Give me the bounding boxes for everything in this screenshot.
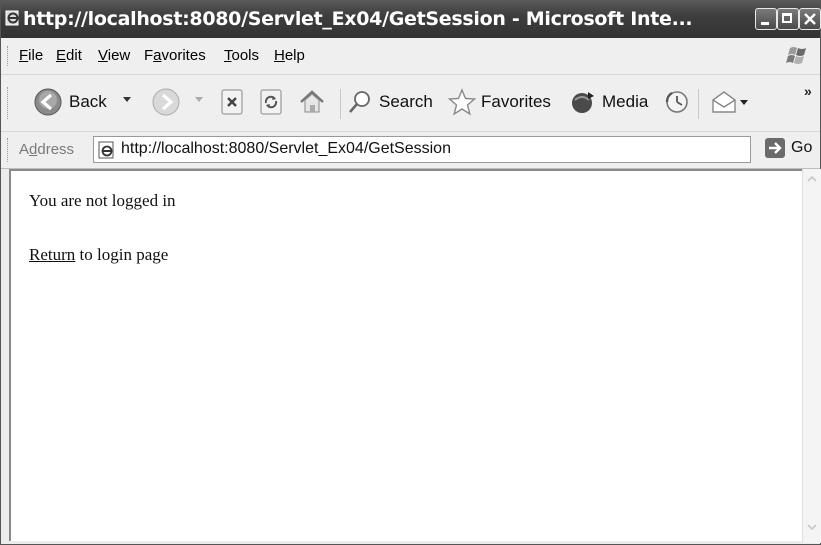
refresh-icon	[260, 89, 282, 115]
window-title: http://localhost:8080/Servlet_Ex04/GetSe…	[23, 8, 693, 30]
back-dropdown-icon[interactable]	[123, 97, 131, 103]
search-icon	[349, 91, 370, 113]
menu-edit[interactable]: Edit	[56, 47, 82, 65]
menu-favorites[interactable]: Favorites	[144, 47, 206, 65]
title-bar[interactable]: http://localhost:8080/Servlet_Ex04/GetSe…	[1, 0, 821, 38]
media-icon	[572, 92, 594, 113]
menu-view[interactable]: View	[98, 47, 130, 65]
address-bar: Address http://localhost:8080/Servlet_Ex…	[1, 132, 820, 169]
close-icon	[804, 13, 816, 25]
home-button[interactable]	[297, 85, 327, 119]
menu-file[interactable]: File	[19, 47, 43, 65]
return-suffix: to login page	[75, 245, 169, 264]
menu-tools[interactable]: Tools	[224, 47, 259, 65]
browser-window: http://localhost:8080/Servlet_Ex04/GetSe…	[0, 0, 821, 545]
windows-flag-icon	[786, 47, 806, 64]
favorites-label: Favorites	[481, 92, 551, 111]
mail-button[interactable]	[710, 85, 750, 119]
not-logged-in-message: You are not logged in	[29, 191, 176, 210]
standard-toolbar: Back Search Favorites Media »	[1, 75, 820, 132]
page-content: You are not logged in Return to login pa…	[9, 169, 802, 541]
menu-grip[interactable]	[7, 46, 10, 66]
address-value: http://localhost:8080/Servlet_Ex04/GetSe…	[121, 140, 451, 157]
go-label: Go	[791, 139, 813, 156]
toolbar-grip[interactable]	[7, 87, 10, 119]
refresh-button[interactable]	[258, 85, 284, 119]
return-link[interactable]: Return	[29, 245, 75, 264]
maximize-button[interactable]	[777, 8, 799, 30]
address-input[interactable]: http://localhost:8080/Servlet_Ex04/GetSe…	[93, 136, 751, 163]
media-label: Media	[602, 92, 649, 111]
scroll-up-icon[interactable]	[805, 173, 819, 185]
scroll-down-icon[interactable]	[805, 521, 819, 533]
forward-button[interactable]	[151, 85, 181, 119]
stop-icon	[221, 89, 243, 115]
back-arrow-icon	[34, 88, 62, 116]
toolbar-separator	[340, 89, 341, 119]
minimize-button[interactable]	[755, 8, 777, 30]
ie-page-icon	[5, 10, 21, 26]
favorites-button[interactable]: Favorites	[447, 85, 551, 119]
close-button[interactable]	[799, 8, 821, 30]
history-icon	[665, 91, 688, 113]
vertical-scrollbar[interactable]	[802, 169, 821, 543]
search-button[interactable]: Search	[347, 85, 433, 119]
toolbar-separator	[698, 89, 699, 119]
forward-arrow-icon	[152, 88, 180, 116]
return-line: Return to login page	[29, 245, 168, 265]
mail-icon	[712, 91, 748, 113]
back-label: Back	[69, 92, 107, 111]
home-icon	[300, 90, 324, 113]
back-button[interactable]: Back	[33, 85, 107, 119]
ie-page-icon	[98, 141, 114, 159]
star-icon	[447, 88, 477, 116]
history-button[interactable]	[664, 85, 690, 119]
menu-help[interactable]: Help	[274, 47, 305, 65]
toolbar-more-chevron[interactable]: »	[804, 83, 812, 99]
go-button[interactable]: Go	[765, 138, 812, 158]
stop-button[interactable]	[219, 85, 245, 119]
search-label: Search	[379, 92, 433, 111]
address-grip[interactable]	[7, 138, 10, 162]
media-button[interactable]: Media	[570, 85, 648, 119]
address-label: Address	[19, 141, 75, 158]
go-arrow-icon	[765, 138, 785, 158]
menu-bar: File Edit View Favorites Tools Help	[1, 38, 820, 75]
forward-dropdown-icon[interactable]	[195, 97, 203, 103]
